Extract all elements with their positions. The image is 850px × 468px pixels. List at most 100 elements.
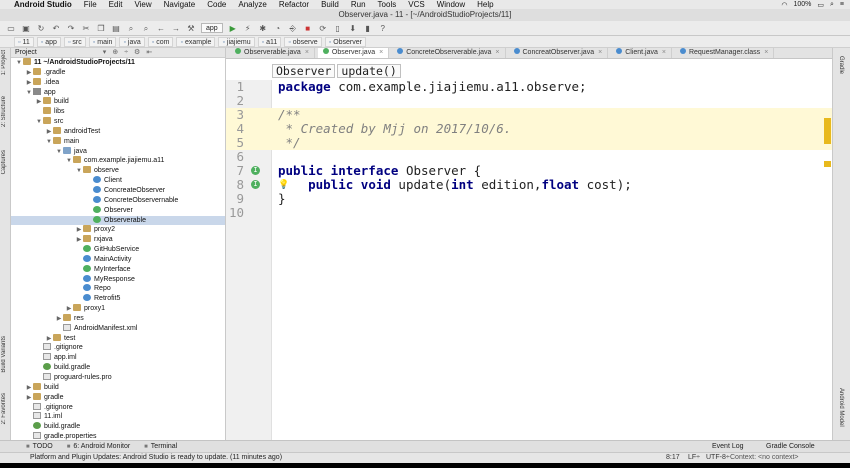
line-separator[interactable]: LF÷ xyxy=(688,454,700,461)
save-icon[interactable]: ▣ xyxy=(21,24,31,33)
redo-icon[interactable]: ↷ xyxy=(66,24,76,33)
breadcrumb-class[interactable]: Observer xyxy=(272,64,336,78)
tree-item[interactable]: .gitignore xyxy=(11,343,225,353)
tree-item[interactable]: ▼ observe xyxy=(11,166,225,176)
tree-item[interactable]: MainActivity xyxy=(11,254,225,265)
breadcrumb-method[interactable]: update() xyxy=(337,64,401,78)
nav-crumb[interactable]: java xyxy=(119,36,145,47)
menu-icon[interactable]: ≡ xyxy=(840,1,844,8)
code-line[interactable]: 10 xyxy=(226,206,832,220)
target-icon[interactable]: ⊕ xyxy=(112,48,118,57)
tree-item[interactable]: Repo xyxy=(11,284,225,294)
nav-crumb[interactable]: com xyxy=(147,36,174,47)
editor-tab[interactable]: Client.java × xyxy=(611,48,672,58)
tree-item[interactable]: MyResponse xyxy=(11,274,225,285)
close-icon[interactable]: × xyxy=(305,49,309,56)
gradle-console-button[interactable]: Gradle Console xyxy=(766,443,815,450)
android-monitor-tool-button[interactable]: 6: Android Monitor xyxy=(67,443,130,450)
tree-item[interactable]: ▶ proxy2 xyxy=(11,225,225,235)
tree-item[interactable]: libs xyxy=(11,107,225,117)
nav-crumb[interactable]: 11 xyxy=(14,36,34,47)
avd-manager-icon[interactable]: ▯ xyxy=(333,24,343,33)
code-line[interactable]: 5 */ xyxy=(226,136,832,150)
run-config-select[interactable]: app xyxy=(201,23,223,33)
close-icon[interactable]: × xyxy=(764,49,768,56)
hide-icon[interactable]: ⇤ xyxy=(146,48,152,57)
menu-file[interactable]: File xyxy=(84,0,97,9)
paste-icon[interactable]: ▤ xyxy=(111,24,121,33)
apply-changes-icon[interactable]: ⚡ xyxy=(243,24,253,33)
code-line[interactable]: 1 package com.example.jiajiemu.a11.observ… xyxy=(226,80,832,94)
tree-item[interactable]: ▼ src xyxy=(11,117,225,127)
code-line[interactable]: 8 I 💡 public void update(int edition,float… xyxy=(226,178,832,192)
nav-crumb[interactable]: example xyxy=(176,36,216,47)
tree-item[interactable]: Client xyxy=(11,176,225,186)
code-text[interactable]: */ xyxy=(278,136,301,150)
build-variants-tool-button[interactable]: Build Variants xyxy=(1,336,7,373)
code-editor[interactable]: 1 package com.example.jiajiemu.a11.observ… xyxy=(226,80,832,220)
editor-tab[interactable]: RequestManager.class × xyxy=(675,48,775,58)
tree-item[interactable]: ▶ .idea xyxy=(11,77,225,88)
close-icon[interactable]: × xyxy=(598,49,602,56)
menu-view[interactable]: View xyxy=(134,0,151,9)
structure-tool-button[interactable]: 2: Structure xyxy=(1,96,7,127)
editor-tab[interactable]: Observerable.java × xyxy=(230,48,315,58)
replace-icon[interactable]: ⌕ xyxy=(141,24,151,33)
tree-item[interactable]: 11.iml xyxy=(11,412,225,422)
editor-tab[interactable]: ConcreatObserver.java × xyxy=(509,48,609,58)
tree-item[interactable]: ▶ res xyxy=(11,313,225,324)
stop-icon[interactable]: ■ xyxy=(303,24,313,33)
run-icon[interactable]: ▶ xyxy=(228,24,238,33)
tree-item[interactable]: Retrofit5 xyxy=(11,294,225,304)
code-text[interactable]: public interface Observer { xyxy=(278,164,481,178)
tree-item[interactable]: ▶ build xyxy=(11,382,225,393)
tree-item[interactable]: ConcreateObserver xyxy=(11,185,225,196)
tree-item[interactable]: ▼ app xyxy=(11,87,225,98)
menu-navigate[interactable]: Navigate xyxy=(164,0,196,9)
debug-icon[interactable]: ✱ xyxy=(258,24,268,33)
battery-icon[interactable]: ▭ xyxy=(817,1,824,9)
tree-item[interactable]: ▼ com.example.jiajiemu.a11 xyxy=(11,156,225,166)
chevron-down-icon[interactable]: ▾ xyxy=(103,48,107,57)
gear-icon[interactable]: ⚙ xyxy=(134,48,140,57)
tree-item[interactable]: ConcreteObservernable xyxy=(11,195,225,206)
app-menu[interactable]: Android Studio xyxy=(14,0,72,9)
code-line[interactable]: 4 * Created by Mjj on 2017/10/6. xyxy=(226,122,832,136)
copy-icon[interactable]: ❐ xyxy=(96,24,106,33)
todo-tool-button[interactable]: TODO xyxy=(26,443,53,450)
sdk-manager-icon[interactable]: ⬇ xyxy=(348,24,358,33)
code-text[interactable]: package com.example.jiajiemu.a11.observe… xyxy=(278,80,587,94)
collapse-icon[interactable]: ÷ xyxy=(124,48,128,57)
caret-position[interactable]: 8:17 xyxy=(666,454,680,461)
tree-item[interactable]: ▶ androidTest xyxy=(11,126,225,137)
code-text[interactable]: public void update(int edition,float cos… xyxy=(278,178,632,192)
code-text[interactable]: /** xyxy=(278,108,301,122)
nav-crumb[interactable]: main xyxy=(88,36,117,47)
tree-item[interactable]: AndroidManifest.xml xyxy=(11,323,225,334)
code-line[interactable]: 3 /** xyxy=(226,108,832,122)
implemented-marker-icon[interactable]: I xyxy=(251,180,260,189)
device-icon[interactable]: ▮ xyxy=(363,24,373,33)
tree-item[interactable]: GitHubService xyxy=(11,245,225,255)
favorites-tool-button[interactable]: 2: Favorites xyxy=(1,393,7,424)
terminal-tool-button[interactable]: Terminal xyxy=(144,443,177,450)
tree-item[interactable]: ▼ main xyxy=(11,136,225,147)
code-line[interactable]: 9} xyxy=(226,192,832,206)
attach-icon[interactable]: ⎆ xyxy=(288,24,298,33)
code-line[interactable]: 2 xyxy=(226,94,832,108)
menu-run[interactable]: Run xyxy=(351,0,366,9)
menu-build[interactable]: Build xyxy=(321,0,339,9)
tree-item[interactable]: build.gradle xyxy=(11,363,225,373)
file-encoding[interactable]: UTF-8÷ xyxy=(706,454,730,461)
close-icon[interactable]: × xyxy=(662,49,666,56)
android-model-tool-button[interactable]: Android Model xyxy=(838,388,844,427)
menu-vcs[interactable]: VCS xyxy=(408,0,424,9)
tree-item[interactable]: build.gradle xyxy=(11,422,225,432)
editor-tab[interactable]: Observer.java × xyxy=(317,48,390,58)
tree-item[interactable]: .gitignore xyxy=(11,402,225,413)
nav-crumb[interactable]: jiajiemu xyxy=(218,36,255,47)
make-icon[interactable]: ⚒ xyxy=(186,24,196,33)
tree-item[interactable]: MyInterface xyxy=(11,264,225,275)
menu-analyze[interactable]: Analyze xyxy=(238,0,266,9)
find-icon[interactable]: ⌕ xyxy=(126,24,136,33)
